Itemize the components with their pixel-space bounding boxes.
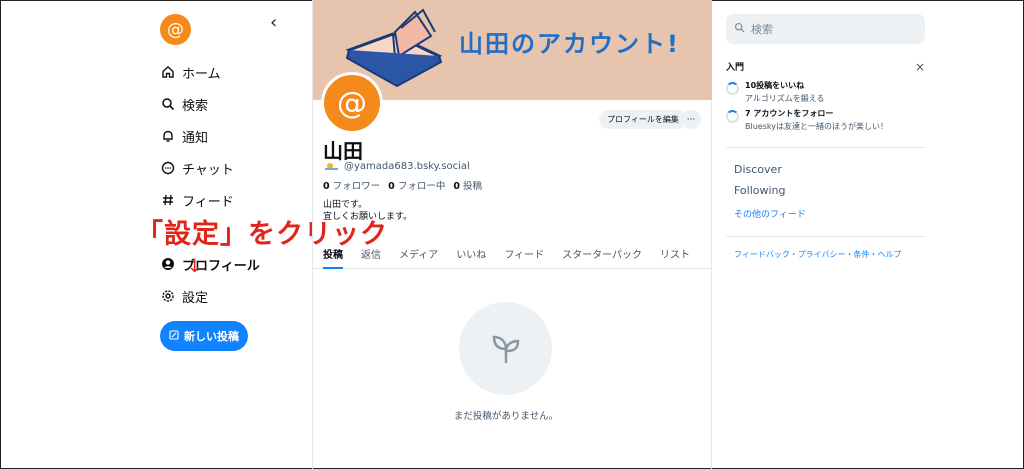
sidebar-item-label: 検索 (182, 98, 209, 114)
getting-started-title: 入門 (726, 63, 745, 73)
app-logo[interactable]: @ (160, 14, 191, 45)
task-title: 7 アカウントをフォロー (745, 109, 834, 118)
sidebar-nav: ホーム 検索 通知 チャット フィード プロフィール 設定 (160, 56, 260, 312)
tab-media[interactable]: メディア (399, 238, 438, 269)
new-post-button[interactable]: 新しい投稿 (160, 321, 248, 351)
avatar[interactable]: @ (321, 72, 383, 134)
edit-profile-button[interactable]: プロフィールを編集 (599, 110, 687, 129)
profile-column: 山田のアカウント! @ プロフィールを編集 ··· 山田 @yamada683.… (312, 0, 712, 469)
tab-replies[interactable]: 返信 (361, 238, 381, 269)
task-subtitle: アルゴリズムを鍛える (745, 94, 825, 103)
task-follow-accounts[interactable]: 7 アカウントをフォロー Blueskyは友達と一緒のほうが楽しい！ (726, 108, 925, 132)
task-like-posts[interactable]: 10投稿をいいね アルゴリズムを鍛える (726, 80, 925, 104)
tab-likes[interactable]: いいね (456, 238, 486, 269)
sidebar-item-label: 通知 (182, 130, 209, 146)
sidebar-item-home[interactable]: ホーム (160, 56, 260, 88)
handle-row: @yamada683.bsky.social (325, 160, 470, 173)
profile-stats: 0 フォロワー 0 フォロー中 0 投稿 (323, 178, 482, 192)
sidebar-item-profile[interactable]: プロフィール (160, 248, 260, 280)
posts-stat: 0 投稿 (453, 181, 483, 192)
sidebar-item-label: フィード (182, 194, 234, 210)
collapse-sidebar-icon[interactable]: ‹ (270, 12, 277, 33)
getting-started-header: 入門 × (726, 60, 925, 74)
feed-link-following[interactable]: Following (734, 184, 786, 197)
feed-link-discover[interactable]: Discover (734, 163, 782, 176)
user-icon (160, 256, 176, 272)
banner-title: 山田のアカウント! (459, 30, 680, 58)
task-subtitle: Blueskyは友達と一緒のほうが楽しい！ (745, 122, 888, 131)
progress-ring-icon (726, 82, 739, 95)
more-feeds-link[interactable]: その他のフィード (734, 207, 806, 220)
sun-icon (325, 160, 338, 173)
tab-feeds[interactable]: フィード (504, 238, 544, 269)
sprout-icon (459, 302, 552, 395)
search-icon (160, 96, 176, 112)
bio-line: 宜しくお願いします。 (323, 212, 413, 222)
new-post-label: 新しい投稿 (184, 330, 239, 343)
tab-starter-packs[interactable]: スターターパック (562, 238, 642, 269)
home-icon (160, 64, 176, 80)
search-icon (734, 22, 745, 36)
chat-icon (160, 160, 176, 176)
task-title: 10投稿をいいね (745, 81, 805, 90)
sidebar-item-label: 設定 (182, 290, 209, 306)
hash-icon (160, 192, 176, 208)
sidebar-item-search[interactable]: 検索 (160, 88, 260, 120)
sidebar-item-chat[interactable]: チャット (160, 152, 260, 184)
following-stat[interactable]: 0 フォロー中 (388, 178, 445, 192)
search-input[interactable]: 検索 (726, 14, 925, 44)
progress-ring-icon (726, 110, 739, 123)
sidebar-item-label: ホーム (182, 66, 221, 82)
sidebar-item-notifications[interactable]: 通知 (160, 120, 260, 152)
divider (726, 147, 925, 148)
annotation-arrow: ↓ (187, 256, 203, 277)
compose-icon (169, 329, 179, 343)
gear-icon (160, 288, 176, 304)
tab-posts[interactable]: 投稿 (323, 238, 343, 269)
more-options-button[interactable]: ··· (681, 110, 701, 129)
sidebar-item-settings[interactable]: 設定 (160, 280, 260, 312)
bell-icon (160, 128, 176, 144)
footer-links[interactable]: フィードバック・プライバシー・条件・ヘルプ (734, 249, 902, 260)
handle-text: @yamada683.bsky.social (344, 161, 470, 172)
followers-stat[interactable]: 0 フォロワー (323, 178, 380, 192)
sidebar-item-label: チャット (182, 162, 234, 178)
tab-lists[interactable]: リスト (660, 238, 690, 269)
profile-bio: 山田です。 宜しくお願いします。 (323, 199, 412, 223)
close-icon[interactable]: × (915, 60, 925, 74)
profile-tabs: 投稿 返信 メディア いいね フィード スターターパック リスト (313, 238, 712, 269)
divider (726, 236, 925, 237)
empty-state-text: まだ投稿がありません。 (453, 411, 559, 422)
search-placeholder: 検索 (751, 23, 773, 36)
bio-line: 山田です。 (323, 200, 368, 210)
